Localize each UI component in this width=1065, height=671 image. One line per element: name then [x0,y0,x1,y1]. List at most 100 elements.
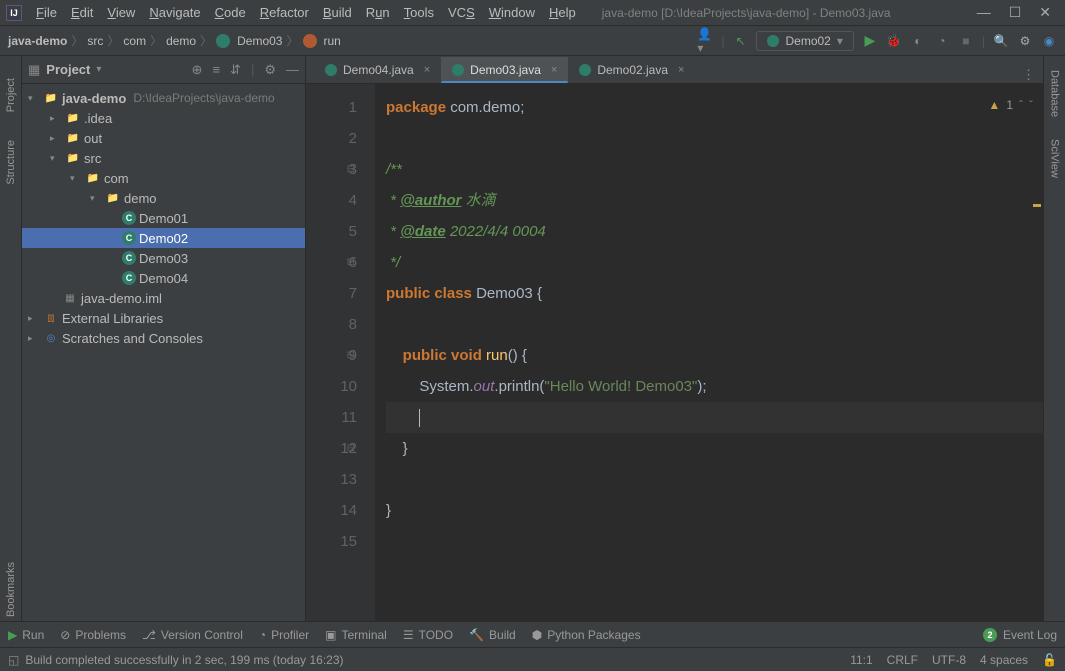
menu-refactor[interactable]: Refactor [254,3,315,22]
menu-build[interactable]: Build [317,3,358,22]
crumb-project[interactable]: java-demo [8,34,67,48]
panel-title: Project [46,62,90,77]
editor-tabs: Demo04.java× Demo03.java× Demo02.java× ⋮ [306,56,1043,84]
minimize-icon[interactable]: — [977,4,991,21]
project-panel-header: ▦ Project ▾ ⊕ ≡ ⇵ | ⚙ — [22,56,305,84]
error-stripe[interactable] [1031,84,1043,621]
menu-code[interactable]: Code [209,3,252,22]
tool-sciview[interactable]: SciView [1047,135,1063,182]
bottom-tool-bar: ▶Run ⊘Problems ⎇Version Control ◔Profile… [0,621,1065,647]
user-icon[interactable]: 👤▾ [697,33,713,49]
close-tab-icon[interactable]: × [424,64,430,76]
tool-run[interactable]: ▶Run [8,628,44,642]
close-tab-icon[interactable]: × [551,64,557,76]
close-icon[interactable]: ✕ [1039,4,1051,21]
pycharm-icon[interactable]: ◉ [1041,33,1057,49]
collapse-icon[interactable]: ⇵ [230,62,241,78]
tool-bookmarks[interactable]: Bookmarks [3,558,19,621]
coverage-icon[interactable]: ◐ [910,33,926,49]
profile-icon[interactable]: ◔ [934,33,950,49]
tree-demo01[interactable]: CDemo01 [22,208,305,228]
inspection-summary[interactable]: ▲ 1 ˆ ˇ [988,90,1033,121]
project-panel: ▦ Project ▾ ⊕ ≡ ⇵ | ⚙ — ▾ 📁 java-demo D:… [22,56,306,621]
tab-demo04[interactable]: Demo04.java× [314,57,441,83]
menu-vcs[interactable]: VCS [442,3,481,22]
crumb-com[interactable]: com [123,34,146,48]
warning-mark[interactable] [1033,204,1041,207]
panel-hide-icon[interactable]: — [286,62,299,78]
readonly-lock-icon[interactable]: 🔓 [1042,653,1057,667]
tool-todo[interactable]: ☰TODO [403,628,453,642]
crumb-demo[interactable]: demo [166,34,196,48]
indent-setting[interactable]: 4 spaces [980,653,1028,667]
navigation-bar: java-demo 〉 src 〉 com 〉 demo 〉 Demo03 〉 … [0,26,1065,56]
text-caret [419,409,420,427]
panel-settings-icon[interactable]: ⚙ [264,62,276,78]
panel-icon: ▦ [28,62,40,78]
crumb-class[interactable]: Demo03 [216,34,282,48]
tool-vcs[interactable]: ⎇Version Control [142,628,243,642]
settings-icon[interactable]: ⚙ [1017,33,1033,49]
code-editor[interactable]: 1 2 3⊟ 4 5 6⊟ 7 8 9⊟ 10 11 12⊟ 13 14 15 … [306,84,1043,621]
menu-view[interactable]: View [101,3,141,22]
menu-run[interactable]: Run [360,3,396,22]
caret-position[interactable]: 11:1 [850,653,872,667]
locate-icon[interactable]: ⊕ [192,62,203,78]
tree-src[interactable]: ▾📁src [22,148,305,168]
left-tool-strip: Project Structure [0,56,22,621]
tab-demo03[interactable]: Demo03.java× [441,57,568,83]
run-button[interactable]: ▶ [862,33,878,49]
stop-icon[interactable]: ■ [958,33,974,49]
tree-scratches[interactable]: ▸◎Scratches and Consoles [22,328,305,348]
tool-event-log[interactable]: Event Log [1003,628,1057,642]
menu-navigate[interactable]: Navigate [143,3,206,22]
crumb-src[interactable]: src [87,34,103,48]
tree-iml[interactable]: ▦java-demo.iml [22,288,305,308]
debug-button[interactable]: 🐞 [886,33,902,49]
menu-window[interactable]: Window [483,3,541,22]
run-config-dropdown[interactable]: Demo02▾ [756,31,853,51]
code-content[interactable]: package com.demo; /** * @author 水滴 * @da… [376,84,1043,621]
tool-profiler[interactable]: ◔Profiler [259,628,309,642]
tool-build[interactable]: 🔨Build [469,628,516,642]
maximize-icon[interactable]: ☐ [1009,4,1022,21]
tab-demo02[interactable]: Demo02.java× [568,57,695,83]
tool-structure[interactable]: Structure [3,136,19,189]
status-bar: ◱ Build completed successfully in 2 sec,… [0,647,1065,671]
search-icon[interactable]: 🔍 [993,33,1009,49]
build-hammer-icon[interactable]: ↖ [732,33,748,49]
tool-problems[interactable]: ⊘Problems [60,628,126,642]
crumb-method[interactable]: run [303,34,341,48]
right-tool-strip: Database SciView [1043,56,1065,621]
tree-com[interactable]: ▾📁com [22,168,305,188]
tree-idea[interactable]: ▸📁.idea [22,108,305,128]
editor-area: Demo04.java× Demo03.java× Demo02.java× ⋮… [306,56,1043,621]
status-message: Build completed successfully in 2 sec, 1… [25,653,343,667]
status-window-icon[interactable]: ◱ [8,653,19,667]
tree-demo03[interactable]: CDemo03 [22,248,305,268]
tab-menu-icon[interactable]: ⋮ [1022,67,1043,83]
warning-icon: ▲ [988,90,1000,121]
line-separator[interactable]: CRLF [887,653,918,667]
file-encoding[interactable]: UTF-8 [932,653,966,667]
menu-bar: File Edit View Navigate Code Refactor Bu… [30,3,582,22]
tree-external-libs[interactable]: ▸⫾⫾External Libraries [22,308,305,328]
tool-project[interactable]: Project [3,74,19,116]
app-logo-icon: IJ [6,5,22,21]
tree-root[interactable]: ▾ 📁 java-demo D:\IdeaProjects\java-demo [22,88,305,108]
tree-demo04[interactable]: CDemo04 [22,268,305,288]
menu-edit[interactable]: Edit [65,3,99,22]
expand-icon[interactable]: ≡ [212,62,220,78]
line-gutter: 1 2 3⊟ 4 5 6⊟ 7 8 9⊟ 10 11 12⊟ 13 14 15 [306,84,376,621]
event-count-badge: 2 [983,628,997,642]
close-tab-icon[interactable]: × [678,64,684,76]
tree-demo[interactable]: ▾📁demo [22,188,305,208]
tree-out[interactable]: ▸📁out [22,128,305,148]
tool-database[interactable]: Database [1047,66,1063,121]
tree-demo02[interactable]: CDemo02 [22,228,305,248]
tool-python-packages[interactable]: ⬢Python Packages [532,628,641,642]
menu-file[interactable]: File [30,3,63,22]
menu-tools[interactable]: Tools [398,3,440,22]
menu-help[interactable]: Help [543,3,582,22]
tool-terminal[interactable]: ▣Terminal [325,628,387,642]
